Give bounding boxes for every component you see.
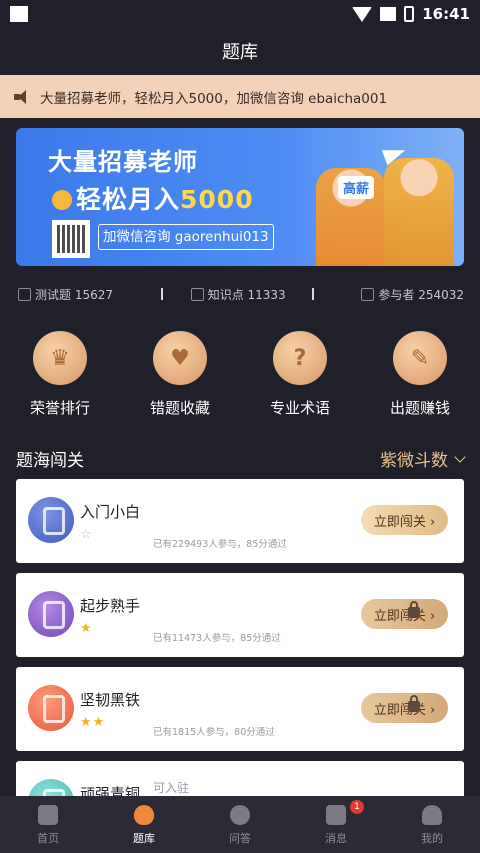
chevron-down-icon [454, 450, 466, 463]
tab-profile[interactable]: 我的 [384, 796, 480, 853]
eye-icon [361, 287, 375, 301]
page-title: 题库 [222, 42, 258, 63]
home-icon [38, 805, 58, 825]
qa-icon [230, 805, 250, 825]
unread-badge: 1 [350, 800, 364, 814]
banner-line2: 轻松月入5000 [76, 185, 254, 214]
book-icon [190, 287, 204, 301]
edit-doc-icon: ✎ [393, 331, 447, 385]
level-badge-icon [28, 497, 74, 543]
signal-icon [380, 7, 397, 21]
tab-quiz-bank[interactable]: 题库 [96, 796, 192, 853]
coin-icon [52, 190, 72, 210]
lock-icon [408, 695, 420, 712]
banner-contact: 加微信咨询 gaorenhui013 [98, 224, 274, 250]
start-challenge-button[interactable]: 立即闯关 › [361, 599, 448, 629]
stat-participants: 参与者 254032 [361, 286, 464, 303]
heart-folder-icon: ♥ [153, 331, 207, 385]
notice-text: 大量招募老师，轻松月入5000，加微信咨询 ebaicha001 [40, 90, 388, 107]
section-title: 题海闯关 [16, 451, 84, 471]
profile-icon [422, 805, 442, 825]
battery-icon [404, 6, 415, 22]
clipboard-icon [18, 287, 31, 301]
feature-earn[interactable]: ✎ 出题赚钱 [360, 331, 480, 418]
level-card[interactable]: 入门小白 ☆ 已有229493人参与，85分通过 立即闯关 › [16, 479, 464, 563]
level-badge-icon [28, 685, 74, 731]
level-card[interactable]: 坚韧黑铁 ★★ 已有1815人参与，80分通过 立即闯关 › [16, 667, 464, 751]
feature-honor-ranking[interactable]: ♛ 荣誉排行 [0, 331, 120, 418]
feature-wrong-collection[interactable]: ♥ 错题收藏 [120, 331, 240, 418]
status-time: 16:41 [422, 5, 470, 23]
level-card[interactable]: 顽强青铜 可入驻 [16, 761, 464, 801]
feature-grid: ♛ 荣誉排行 ♥ 错题收藏 ? 专业术语 ✎ 出题赚钱 [0, 331, 480, 418]
category-filter[interactable]: 紫微斗数 [380, 446, 466, 471]
lock-icon [408, 601, 420, 618]
feature-terms[interactable]: ? 专业术语 [240, 331, 360, 418]
start-challenge-button[interactable]: 立即闯关 › [361, 693, 448, 723]
tab-qa[interactable]: 问答 [192, 796, 288, 853]
trophy-icon: ♛ [33, 331, 87, 385]
start-challenge-button[interactable]: 立即闯关 › [361, 505, 448, 535]
wifi-icon [352, 6, 373, 22]
bottom-tab-bar: 首页 题库 问答 消息 1 我的 [0, 796, 480, 853]
qr-code [52, 220, 90, 258]
notice-bar[interactable]: 大量招募老师，轻松月入5000，加微信咨询 ebaicha001 [0, 75, 480, 118]
speaker-icon [14, 89, 32, 104]
section-header: 题海闯关 紫微斗数 [16, 446, 466, 471]
quiz-bank-icon [134, 805, 154, 825]
stat-knowledge: 知识点 11333 [190, 286, 286, 303]
message-icon [326, 805, 346, 825]
question-book-icon: ? [273, 331, 327, 385]
partial-label: 可入驻 [153, 781, 190, 795]
divider [160, 288, 163, 300]
stat-questions: 测试题 15627 [18, 286, 113, 303]
tab-home[interactable]: 首页 [0, 796, 96, 853]
notification-icon [10, 6, 28, 22]
level-card[interactable]: 起步熟手 ★ 已有11473人参与，85分通过 立即闯关 › [16, 573, 464, 657]
promo-banner[interactable]: 大量招募老师 轻松月入5000 加微信咨询 gaorenhui013 高薪 [16, 128, 464, 266]
illustration-man [384, 158, 454, 266]
level-badge-icon [28, 591, 74, 637]
banner-tag: 高薪 [338, 176, 375, 199]
divider [311, 288, 314, 300]
status-bar: 16:41 [0, 0, 480, 28]
stats-row: 测试题 15627 知识点 11333 参与者 254032 [18, 283, 464, 305]
banner-line1: 大量招募老师 [48, 148, 198, 176]
tab-messages[interactable]: 消息 1 [288, 796, 384, 853]
